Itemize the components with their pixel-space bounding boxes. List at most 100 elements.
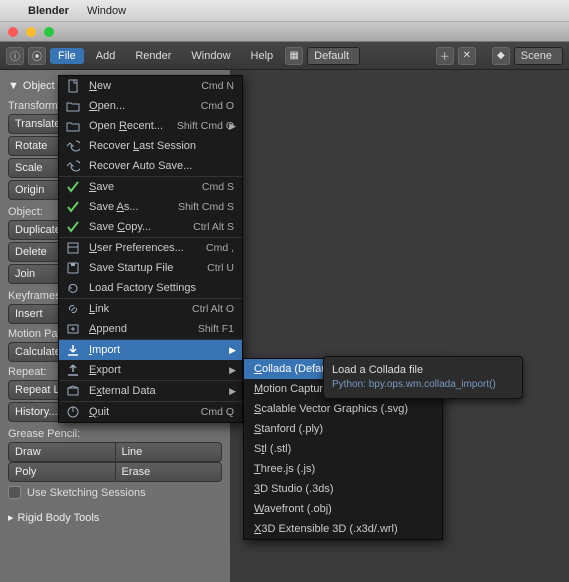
recover-icon: [65, 138, 81, 154]
menu-item-label: Save Startup File: [89, 262, 199, 274]
checkbox-icon: [8, 486, 21, 499]
link-icon: [65, 301, 81, 317]
menu-item-hotkey: Cmd S: [202, 181, 234, 193]
tooltip-python: Python: bpy.ops.wm.collada_import(): [332, 378, 514, 392]
file-menu-item[interactable]: Save Startup FileCtrl U: [59, 258, 242, 278]
screen-layout-icon[interactable]: ▦: [285, 47, 303, 65]
import-menu-item[interactable]: Wavefront (.obj): [244, 499, 442, 519]
submenu-arrow-icon: ▶: [229, 121, 236, 132]
export-icon: [65, 362, 81, 378]
menu-item-hotkey: Cmd O: [201, 100, 234, 112]
close-icon[interactable]: [8, 27, 18, 37]
submenu-arrow-icon: ▶: [229, 345, 236, 356]
file-menu-item[interactable]: Load Factory Settings: [59, 278, 242, 298]
file-menu-item[interactable]: Open... Cmd O: [59, 96, 242, 116]
ext-icon: [65, 383, 81, 399]
file-menu-item[interactable]: Recover Auto Save...: [59, 156, 242, 176]
menu-item-label: Recover Auto Save...: [89, 160, 234, 172]
recover-icon: [65, 158, 81, 174]
import-menu-item[interactable]: Stl (.stl): [244, 439, 442, 459]
file-menu-item[interactable]: LinkCtrl Alt O: [59, 299, 242, 319]
file-menu-item[interactable]: Open Recent...Shift Cmd O▶: [59, 116, 242, 136]
import-menu-item[interactable]: 3D Studio (.3ds): [244, 479, 442, 499]
menu-item-label: Append: [89, 323, 190, 335]
menu-item-hotkey: Shift Cmd S: [178, 201, 234, 213]
window-titlebar: [0, 22, 569, 42]
check-icon: [65, 179, 81, 195]
rigid-body-header[interactable]: ▸ Rigid Body Tools: [8, 507, 222, 528]
menu-item-label: Import: [89, 344, 234, 356]
file-menu-item[interactable]: New Cmd N: [59, 76, 242, 96]
doc-icon: [65, 78, 81, 94]
layout-value: Default: [314, 50, 349, 62]
draw-button[interactable]: Draw: [8, 442, 115, 462]
file-menu-item[interactable]: External Data▶: [59, 381, 242, 401]
erase-button[interactable]: Erase: [115, 462, 223, 482]
file-menu-item[interactable]: Recover Last Session: [59, 136, 242, 156]
grease-pencil-label: Grease Pencil:: [8, 424, 222, 442]
file-menu-item[interactable]: Save Copy... Ctrl Alt S: [59, 217, 242, 237]
menu-item-label: Open...: [89, 100, 193, 112]
quit-icon: [65, 404, 81, 420]
poly-button[interactable]: Poly: [8, 462, 115, 482]
expand-icon[interactable]: ⦿: [28, 47, 46, 65]
import-menu-item[interactable]: Stanford (.ply): [244, 419, 442, 439]
file-menu: NewCmd NOpen...Cmd OOpen Recent...Shift …: [58, 75, 243, 423]
line-button[interactable]: Line: [115, 442, 223, 462]
mac-app-name[interactable]: Blender: [28, 5, 69, 17]
file-menu-item[interactable]: Save Cmd S: [59, 177, 242, 197]
scene-selector[interactable]: Scene: [514, 47, 563, 65]
check-icon: [65, 219, 81, 235]
menu-item-label: Open Recent...: [89, 120, 169, 132]
menu-item-label: Recover Last Session: [89, 140, 234, 152]
import-menu-item[interactable]: X3D Extensible 3D (.x3d/.wrl): [244, 519, 442, 539]
menu-help[interactable]: Help: [243, 48, 282, 64]
menu-item-label: External Data: [89, 385, 234, 397]
tooltip-title: Load a Collada file: [332, 363, 514, 378]
menu-file[interactable]: File: [50, 48, 84, 64]
sketching-sessions-checkbox[interactable]: Use Sketching Sessions: [8, 482, 222, 499]
tooltip: Load a Collada file Python: bpy.ops.wm.c…: [323, 356, 523, 399]
menu-item-label: Save Copy...: [89, 221, 185, 233]
file-menu-item[interactable]: Quit Cmd Q: [59, 402, 242, 422]
menu-item-hotkey: Cmd Q: [201, 406, 234, 418]
reload-icon: [65, 280, 81, 296]
blender-topbar: ⓘ ⦿ File Add Render Window Help ▦ Defaul…: [0, 42, 569, 70]
sketching-label: Use Sketching Sessions: [27, 487, 146, 499]
mac-menu-window[interactable]: Window: [87, 5, 126, 17]
file-menu-item[interactable]: Export▶: [59, 360, 242, 380]
zoom-icon[interactable]: [44, 27, 54, 37]
menu-item-label: Save As...: [89, 201, 170, 213]
file-menu-item[interactable]: Import▶: [59, 340, 242, 360]
file-menu-item[interactable]: User Preferences...Cmd ,: [59, 238, 242, 258]
menu-item-label: New: [89, 80, 193, 92]
menu-item-label: Stanford (.ply): [250, 423, 434, 435]
scene-icon[interactable]: ◆: [492, 47, 510, 65]
menu-render[interactable]: Render: [127, 48, 179, 64]
submenu-arrow-icon: ▶: [229, 386, 236, 397]
prefs-icon: [65, 240, 81, 256]
mac-menubar: Blender Window: [0, 0, 569, 22]
info-icon[interactable]: ⓘ: [6, 47, 24, 65]
delete-layout-icon[interactable]: ✕: [458, 47, 476, 65]
file-menu-item[interactable]: AppendShift F1: [59, 319, 242, 339]
import-menu-item[interactable]: Scalable Vector Graphics (.svg): [244, 399, 442, 419]
menu-add[interactable]: Add: [88, 48, 124, 64]
add-layout-icon[interactable]: ＋: [436, 47, 454, 65]
menu-item-hotkey: Cmd ,: [206, 242, 234, 254]
menu-item-label: Load Factory Settings: [89, 282, 234, 294]
menu-item-label: Save: [89, 181, 194, 193]
menu-window[interactable]: Window: [183, 48, 238, 64]
menu-item-hotkey: Ctrl Alt S: [193, 221, 234, 233]
layout-selector[interactable]: Default: [307, 47, 360, 65]
menu-item-label: Export: [89, 364, 234, 376]
file-menu-item[interactable]: Save As... Shift Cmd S: [59, 197, 242, 217]
menu-item-label: Quit: [89, 406, 193, 418]
menu-item-label: Link: [89, 303, 184, 315]
import-icon: [65, 342, 81, 358]
menu-item-hotkey: Cmd N: [201, 80, 234, 92]
menu-item-label: Three.js (.js): [250, 463, 434, 475]
minimize-icon[interactable]: [26, 27, 36, 37]
import-menu-item[interactable]: Three.js (.js): [244, 459, 442, 479]
check-icon: [65, 199, 81, 215]
